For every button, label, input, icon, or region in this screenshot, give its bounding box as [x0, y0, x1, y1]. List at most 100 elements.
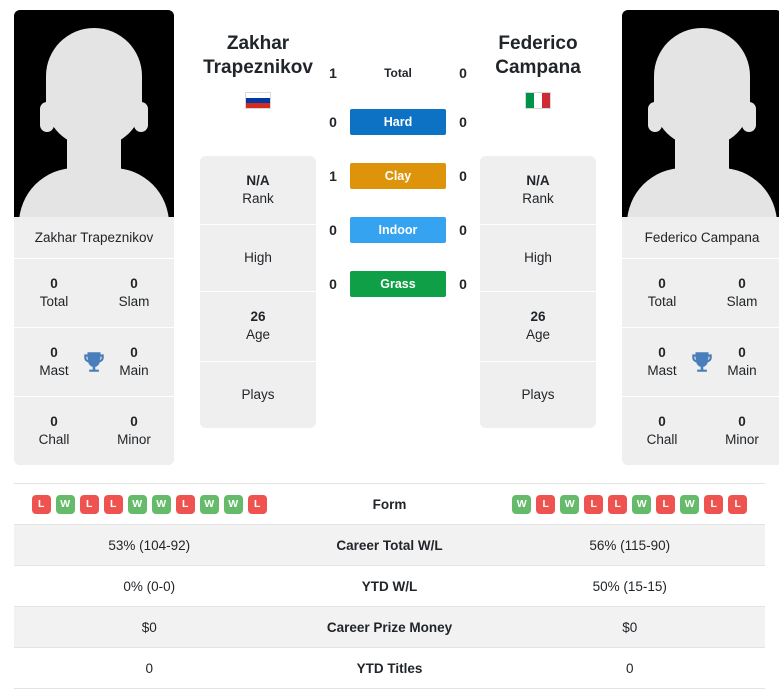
right-plays-block: Plays: [480, 362, 596, 428]
stat-total-value: 0: [50, 275, 58, 291]
row-label: Career Prize Money: [326, 619, 453, 635]
right-name-line-2: Campana: [495, 56, 581, 78]
right-age-block: 26 Age: [480, 292, 596, 362]
left-player-form: LWLLWWLWWL: [14, 487, 285, 522]
left-player-name-title: Zakhar Trapeznikov: [200, 32, 316, 80]
form-badge-win[interactable]: W: [632, 494, 652, 514]
form-badge-win[interactable]: W: [223, 494, 243, 514]
form-badge-win[interactable]: W: [560, 494, 580, 514]
row-label: YTD Titles: [356, 660, 423, 676]
form-badge-loss[interactable]: L: [536, 494, 556, 514]
surface-badge-clay[interactable]: Clay: [350, 163, 446, 189]
right-player-header: Federico Campana: [480, 10, 596, 109]
stat-total-label: Total: [39, 294, 69, 309]
titles-row-1: 0 Total 0 Slam: [622, 259, 779, 328]
h2h-right-score: 0: [459, 168, 467, 184]
form-badge-win[interactable]: W: [512, 494, 532, 514]
right-player-form: WLWLLWLWLL: [495, 487, 766, 522]
form-badge-loss[interactable]: L: [728, 494, 748, 514]
form-badge-win[interactable]: W: [151, 494, 171, 514]
right-player-name-title: Federico Campana: [480, 32, 596, 80]
left-form-strip: LWLLWWLWWL: [20, 494, 279, 514]
left-player-career-prize-money: $0: [141, 619, 157, 635]
right-rank-value: N/A: [526, 172, 550, 188]
comparison-table: L W L L W W L W W L Form W L W L L W L W L L 53% (104-92) Care…: [14, 483, 765, 689]
stat-chall: 0 Chall: [622, 413, 702, 449]
surface-badge-grass[interactable]: Grass: [350, 271, 446, 297]
player-comparison-header: Zakhar Trapeznikov 0 Total 0 Slam 0 Mast: [0, 0, 779, 475]
left-plays-block: Plays: [200, 362, 316, 428]
stat-chall: 0 Chall: [14, 413, 94, 449]
form-badge-loss[interactable]: L: [31, 494, 51, 514]
stat-minor: 0 Minor: [702, 413, 779, 449]
row-label: Career Total W/L: [336, 537, 443, 553]
h2h-row-hard: 0 Hard 0: [316, 109, 480, 135]
right-player-name-label: Federico Campana: [622, 217, 779, 259]
right-player-titles-grid: 0 Total 0 Slam 0 Mast 0 Main 0 Chall 0 M…: [622, 259, 779, 465]
h2h-row-clay: 1 Clay 0: [316, 163, 480, 189]
stat-chall-value: 0: [50, 413, 58, 429]
form-badge-loss[interactable]: L: [704, 494, 724, 514]
h2h-row-grass: 0 Grass 0: [316, 271, 480, 297]
stat-minor-value: 0: [130, 413, 138, 429]
head-to-head-panel: 1 Total 0 0 Hard 0 1 Clay 0 0 Indoor 0 0 Grass 0: [316, 10, 480, 297]
stat-minor: 0 Minor: [94, 413, 174, 449]
stat-slam: 0 Slam: [702, 275, 779, 311]
form-badge-loss[interactable]: L: [175, 494, 195, 514]
stat-minor-label: Minor: [725, 432, 759, 447]
form-badge-loss[interactable]: L: [79, 494, 99, 514]
avatar-ear-right: [742, 102, 756, 132]
form-badge-win[interactable]: W: [680, 494, 700, 514]
stat-slam-label: Slam: [726, 294, 758, 309]
form-badge-win[interactable]: W: [55, 494, 75, 514]
avatar-ear-right: [134, 102, 148, 132]
left-player-header: Zakhar Trapeznikov: [200, 10, 316, 109]
left-player-card: Zakhar Trapeznikov 0 Total 0 Slam 0 Mast: [14, 10, 174, 465]
stat-total: 0 Total: [14, 275, 94, 311]
stat-total-value: 0: [658, 275, 666, 291]
table-row: L W L L W W L W W L Form W L W L L W L W L L: [14, 484, 765, 525]
stat-slam-label: Slam: [118, 294, 150, 309]
h2h-right-score: 0: [459, 114, 467, 130]
table-row: 0 YTD Titles 0: [14, 648, 765, 689]
stat-chall-label: Chall: [38, 432, 70, 447]
form-badge-loss[interactable]: L: [247, 494, 267, 514]
table-row: 53% (104-92) Career Total W/L 56% (115-90): [14, 525, 765, 566]
right-age-label: Age: [525, 327, 551, 343]
left-age-label: Age: [245, 327, 271, 343]
h2h-row-indoor: 0 Indoor 0: [316, 217, 480, 243]
form-badge-loss[interactable]: L: [656, 494, 676, 514]
flag-russia-icon: [245, 91, 271, 109]
surface-badge-indoor[interactable]: Indoor: [350, 217, 446, 243]
right-player-ytd-titles: 0: [625, 660, 634, 676]
surface-badge-hard[interactable]: Hard: [350, 109, 446, 135]
form-badge-win[interactable]: W: [199, 494, 219, 514]
left-rank-value: N/A: [246, 172, 270, 188]
form-badge-loss[interactable]: L: [608, 494, 628, 514]
trophy-icon: [692, 352, 712, 372]
h2h-row-total: 1 Total 0: [316, 65, 480, 81]
left-age-value: 26: [250, 309, 266, 325]
flag-italy-icon: [525, 91, 551, 109]
form-badge-loss[interactable]: L: [103, 494, 123, 514]
right-plays-label: Plays: [521, 386, 555, 402]
titles-row-3: 0 Chall 0 Minor: [622, 397, 779, 465]
right-player-career-prize-money: $0: [622, 619, 638, 635]
right-rank-label: Rank: [522, 190, 554, 206]
right-name-line-1: Federico: [498, 33, 578, 54]
h2h-left-score: 1: [329, 65, 337, 81]
h2h-left-score: 0: [329, 276, 337, 292]
h2h-right-score: 0: [459, 65, 467, 81]
stat-chall-value: 0: [658, 413, 666, 429]
right-player-ytd-w-l: 50% (15-15): [592, 578, 667, 594]
row-label: Form: [372, 496, 407, 512]
stat-total: 0 Total: [622, 275, 702, 311]
form-badge-loss[interactable]: L: [584, 494, 604, 514]
right-form-strip: WLWLLWLWLL: [501, 494, 760, 514]
h2h-left-score: 0: [329, 114, 337, 130]
h2h-total-label: Total: [384, 66, 412, 80]
form-badge-win[interactable]: W: [127, 494, 147, 514]
right-high-block: High: [480, 225, 596, 293]
trophy-icon: [84, 352, 104, 372]
left-age-block: 26 Age: [200, 292, 316, 362]
